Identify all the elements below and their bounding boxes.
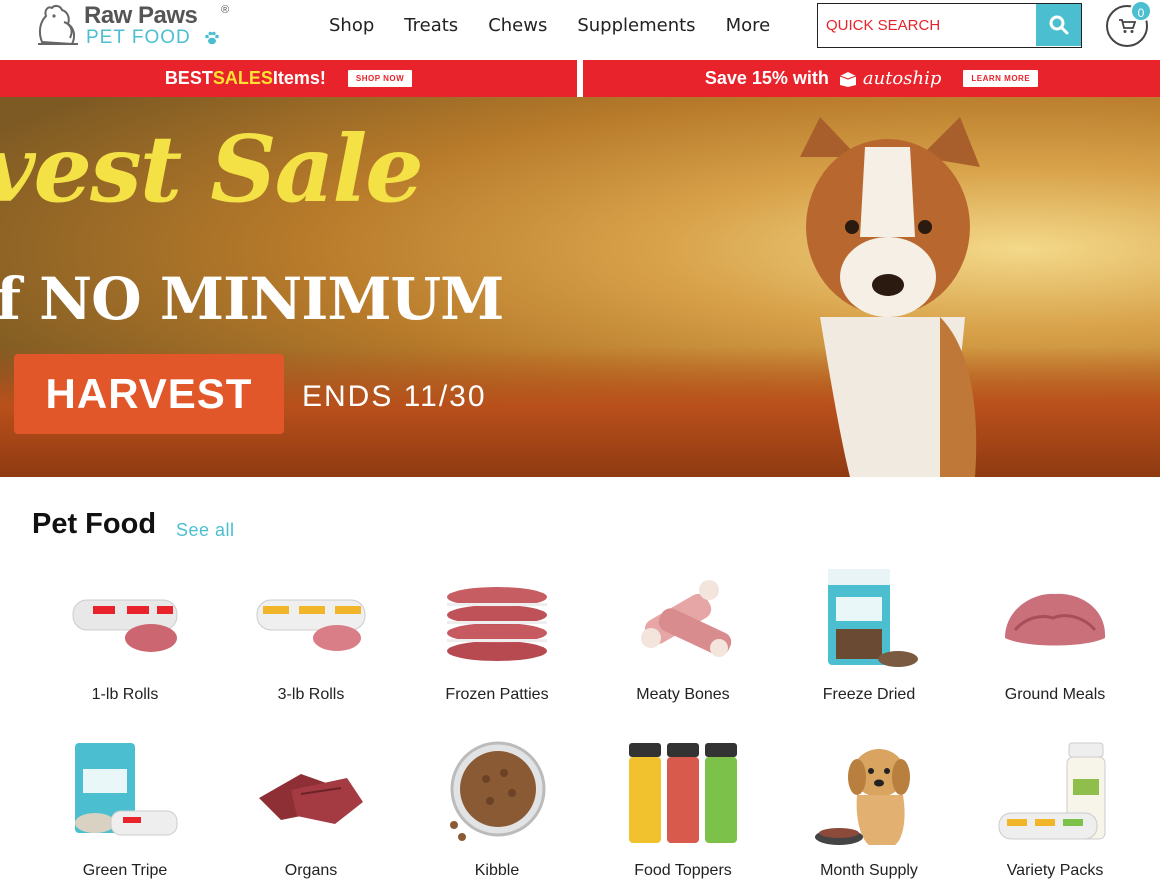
hero-subtitle: f NO MINIMUM <box>0 265 504 333</box>
promo-right-text: Save 15% with <box>704 68 829 88</box>
promo-left-pre: BEST <box>164 68 213 88</box>
category-label: Ground Meals <box>1004 686 1106 703</box>
nav-chews[interactable]: Chews <box>488 15 547 36</box>
toppers-jars-icon <box>629 743 737 843</box>
promo-left-post: Items! <box>272 68 326 88</box>
category-label: 1-lb Rolls <box>91 686 159 703</box>
category-label: Kibble <box>474 862 520 879</box>
ground-meat-icon <box>1005 593 1106 646</box>
beef-roll-icon <box>72 599 178 652</box>
patties-icon <box>447 587 547 661</box>
category-card-kibble[interactable]: Kibble <box>404 736 590 880</box>
category-card-green-tripe[interactable]: Green Tripe <box>32 736 218 880</box>
variety-pack-icon <box>998 742 1106 840</box>
dog-logo-icon <box>38 4 78 46</box>
promo-autoship[interactable]: Save 15% with autoship LEARN MORE <box>583 60 1160 97</box>
category-label: Organs <box>284 862 338 879</box>
category-card-3lb-rolls[interactable]: 3-lb Rolls <box>218 560 404 704</box>
puppy-photo-icon <box>800 117 980 477</box>
nav-supplements[interactable]: Supplements <box>577 15 695 36</box>
category-card-frozen-patties[interactable]: Frozen Patties <box>404 560 590 704</box>
paw-icon <box>205 31 219 45</box>
promo-best-sales[interactable]: BEST SALES Items! SHOP NOW <box>0 60 577 97</box>
search-input[interactable] <box>818 4 1037 46</box>
hero-ends: ENDS 11/30 <box>302 380 487 413</box>
category-label: 3-lb Rolls <box>277 686 345 703</box>
category-label: Freeze Dried <box>822 686 916 703</box>
category-card-meaty-bones[interactable]: Meaty Bones <box>590 560 776 704</box>
category-label: Meaty Bones <box>636 686 730 703</box>
search-button[interactable] <box>1036 4 1081 46</box>
category-label: Food Toppers <box>634 862 732 879</box>
quick-search <box>817 3 1082 48</box>
search-icon <box>1049 15 1069 35</box>
bones-icon <box>641 580 732 657</box>
category-label: Green Tripe <box>82 862 168 879</box>
chicken-roll-icon <box>256 599 366 651</box>
puppy-icon <box>815 749 910 845</box>
category-card-1lb-rolls[interactable]: 1-lb Rolls <box>32 560 218 704</box>
section-title-pet-food: Pet Food <box>32 508 157 540</box>
category-label: Month Supply <box>820 862 918 879</box>
cart-icon <box>1119 19 1136 33</box>
category-label: Variety Packs <box>1006 862 1104 879</box>
organs-icon <box>259 774 363 824</box>
shop-now-button[interactable]: SHOP NOW <box>347 70 413 87</box>
category-card-ground-meals[interactable]: Ground Meals <box>962 560 1148 704</box>
nav-more[interactable]: More <box>726 15 771 36</box>
green-tripe-bag-icon <box>75 743 178 836</box>
brand-subtitle: PET FOOD <box>86 27 191 48</box>
nav-shop[interactable]: Shop <box>329 15 374 36</box>
see-all-link[interactable]: See all <box>176 520 235 541</box>
site-header: Raw Paws ® PET FOOD Shop Treats Chews Su… <box>0 0 1160 60</box>
autoship-box-icon <box>839 71 857 87</box>
promo-left-highlight: SALES <box>212 68 273 88</box>
brand-logo[interactable]: Raw Paws ® PET FOOD <box>34 0 234 52</box>
category-card-freeze-dried[interactable]: Freeze Dried <box>776 560 962 704</box>
nav-treats[interactable]: Treats <box>404 15 458 36</box>
learn-more-button[interactable]: LEARN MORE <box>963 70 1039 87</box>
main-nav: Shop Treats Chews Supplements More <box>314 15 800 36</box>
cart-count-badge: 0 <box>1130 0 1152 22</box>
freeze-dried-bag-icon <box>828 569 918 667</box>
registered-mark: ® <box>221 4 230 16</box>
kibble-bowl-icon <box>450 741 546 841</box>
category-card-month-supply[interactable]: Month Supply <box>776 736 962 880</box>
hero-banner[interactable]: vest Sale f NO MINIMUM HARVEST ENDS 11/3… <box>0 97 1160 477</box>
category-card-organs[interactable]: Organs <box>218 736 404 880</box>
category-label: Frozen Patties <box>445 686 549 703</box>
autoship-brand: autoship <box>862 68 942 89</box>
brand-name: Raw Paws <box>84 2 198 29</box>
category-card-food-toppers[interactable]: Food Toppers <box>590 736 776 880</box>
category-card-variety-packs[interactable]: Variety Packs <box>962 736 1148 880</box>
hero-title: vest Sale <box>0 115 424 223</box>
hero-tag: HARVEST <box>14 354 284 434</box>
